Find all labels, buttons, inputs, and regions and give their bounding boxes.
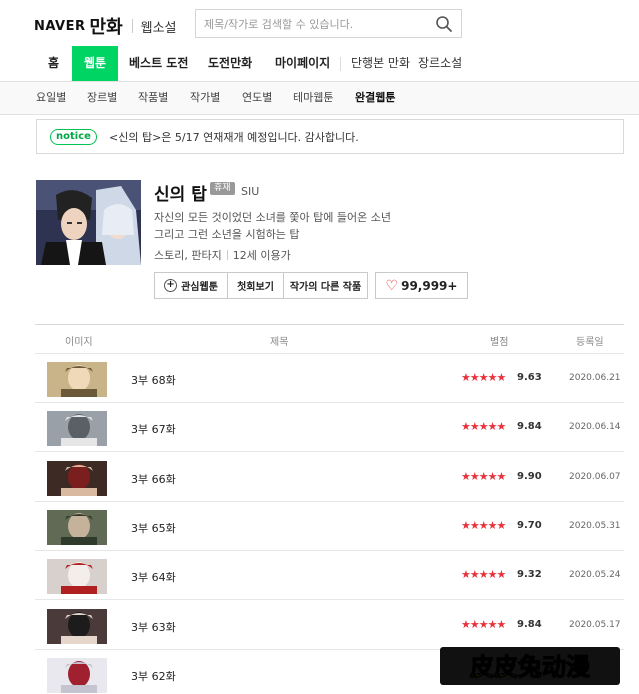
episode-thumbnail[interactable] [47,411,107,447]
subnav-theme[interactable]: 테마웹툰 [293,82,333,114]
col-image: 이미지 [65,337,93,348]
like-count: 99,999+ [401,278,458,293]
other-works-button[interactable]: 작가의 다른 작품 [283,272,368,299]
webnovel-link[interactable]: 웹소설 [141,17,177,36]
logo-naver[interactable]: NAVER [34,19,86,34]
notice-badge: notice [50,129,97,145]
comic-meta: 스토리, 판타지 12세 이용가 [154,247,291,263]
subnav-author[interactable]: 작가별 [190,82,220,114]
star-rating: ★★★★★ [461,568,506,582]
episode-score: 9.63 [517,372,542,383]
comic-author[interactable]: SIU [241,185,259,198]
status-badge: 휴재 [210,182,235,195]
favorite-button[interactable]: + 관심웹툰 [154,272,228,299]
subnav-year[interactable]: 연도별 [242,82,272,114]
other-works-label: 작가의 다른 작품 [289,282,362,293]
nav-genre-novel[interactable]: 장르소설 [418,46,462,81]
episode-date: 2020.06.21 [569,373,621,383]
logo-manhwa[interactable]: 만화 [90,13,123,39]
episode-date: 2020.05.17 [569,619,621,630]
episode-date: 2020.06.14 [569,422,621,433]
nav-webtoon[interactable]: 웹툰 [72,46,118,81]
comic-description: 자신의 모든 것이었던 소녀를 쫓아 탑에 들어온 소년 그리고 그런 소년을 … [154,209,391,243]
col-title: 제목 [270,337,289,348]
comic-title: 신의 탑 [154,185,207,205]
action-buttons: + 관심웹툰 첫회보기 작가의 다른 작품 ♡ 99,999+ [154,272,468,299]
first-episode-label: 첫회보기 [237,282,274,293]
sub-nav: 요일별 장르별 작품별 작가별 연도별 테마웹툰 완결웹툰 [0,82,639,115]
episode-title[interactable]: 3부 62화 [131,668,176,684]
notice-bar: notice <신의 탑>은 5/17 연재재개 예정입니다. 감사합니다. [36,119,624,154]
episode-thumbnail[interactable] [47,460,107,496]
star-rating: ★★★★★ [461,420,506,434]
table-row[interactable]: 3부 67화 ★★★★★ 9.84 2020.06.14 [35,403,624,453]
episode-title[interactable]: 3부 67화 [131,421,176,437]
first-episode-button[interactable]: 첫회보기 [227,272,284,299]
like-button[interactable]: ♡ 99,999+ [375,272,468,299]
plus-icon: + [164,279,178,292]
comic-genre: 스토리, 판타지 [154,249,222,262]
watermark-logo: 皮皮兔动漫 [440,647,620,685]
logo[interactable]: NAVER 만화 웹소설 [34,13,177,39]
svg-text:皮皮兔动漫: 皮皮兔动漫 [470,653,590,681]
episode-thumbnail[interactable] [47,362,107,397]
subnav-completed[interactable]: 완결웹툰 [355,82,395,114]
description-line-1: 자신의 모든 것이었던 소녀를 쫓아 탑에 들어온 소년 [154,211,391,224]
episode-title[interactable]: 3부 63화 [131,619,176,635]
nav-challenge[interactable]: 도전만화 [208,46,252,81]
episode-thumbnail[interactable] [47,559,107,595]
search-input[interactable] [204,15,429,33]
table-row[interactable]: 3부 68화 ★★★★★ 9.63 2020.06.21 [35,354,624,403]
episode-date: 2020.05.24 [569,570,621,581]
star-rating: ★★★★★ [461,371,506,384]
nav-home[interactable]: 홈 [48,46,59,81]
meta-divider [226,250,228,260]
star-rating: ★★★★★ [461,518,506,532]
episode-date: 2020.06.07 [569,471,621,482]
episode-thumbnail[interactable] [47,608,107,644]
star-rating: ★★★★★ [461,617,506,631]
col-date: 등록일 [576,337,604,348]
episode-title[interactable]: 3부 65화 [131,520,176,536]
episode-thumbnail[interactable] [47,509,107,545]
comic-age: 12세 이용가 [232,249,291,262]
episode-title[interactable]: 3부 68화 [131,372,176,388]
notice-text[interactable]: <신의 탑>은 5/17 연재재개 예정입니다. 감사합니다. [109,129,359,145]
episode-score: 9.84 [517,421,542,433]
episode-score: 9.70 [517,519,542,531]
search-icon[interactable] [435,15,453,33]
nav-books[interactable]: 단행본 만화 [351,46,410,81]
nav-divider [340,57,341,71]
episode-title[interactable]: 3부 66화 [131,471,176,487]
episode-score: 9.84 [517,618,542,630]
search-box [195,9,462,38]
subnav-weekday[interactable]: 요일별 [36,82,66,114]
episode-score: 9.32 [517,569,542,581]
subnav-title[interactable]: 작품별 [138,82,168,114]
header: NAVER 만화 웹소설 [0,0,639,46]
heart-icon: ♡ [385,277,399,294]
star-rating: ★★★★★ [461,469,506,483]
table-row[interactable]: 3부 65화 ★★★★★ 9.70 2020.05.31 [35,502,624,551]
comic-thumbnail[interactable] [36,180,141,265]
table-row[interactable]: 3부 66화 ★★★★★ 9.90 2020.06.07 [35,453,624,502]
episode-title[interactable]: 3부 64화 [131,569,176,585]
episode-score: 9.90 [517,470,542,482]
col-rating: 별점 [490,337,509,348]
favorite-label: 관심웹툰 [181,282,218,293]
table-header: 이미지 제목 별점 등록일 [35,324,624,354]
logo-divider [131,19,133,33]
nav-best-challenge[interactable]: 베스트 도전 [129,46,188,81]
episode-thumbnail[interactable] [47,657,107,693]
nav-mypage[interactable]: 마이페이지 [275,46,330,81]
table-row[interactable]: 3부 63화 ★★★★★ 9.84 2020.05.17 [35,601,624,650]
subnav-genre[interactable]: 장르별 [87,82,117,114]
episode-date: 2020.05.31 [569,520,621,531]
table-row[interactable]: 3부 64화 ★★★★★ 9.32 2020.05.24 [35,551,624,601]
description-line-2: 그리고 그런 소년을 시험하는 탑 [154,228,300,241]
main-nav: 홈 웹툰 베스트 도전 도전만화 마이페이지 단행본 만화 장르소설 [0,46,639,82]
